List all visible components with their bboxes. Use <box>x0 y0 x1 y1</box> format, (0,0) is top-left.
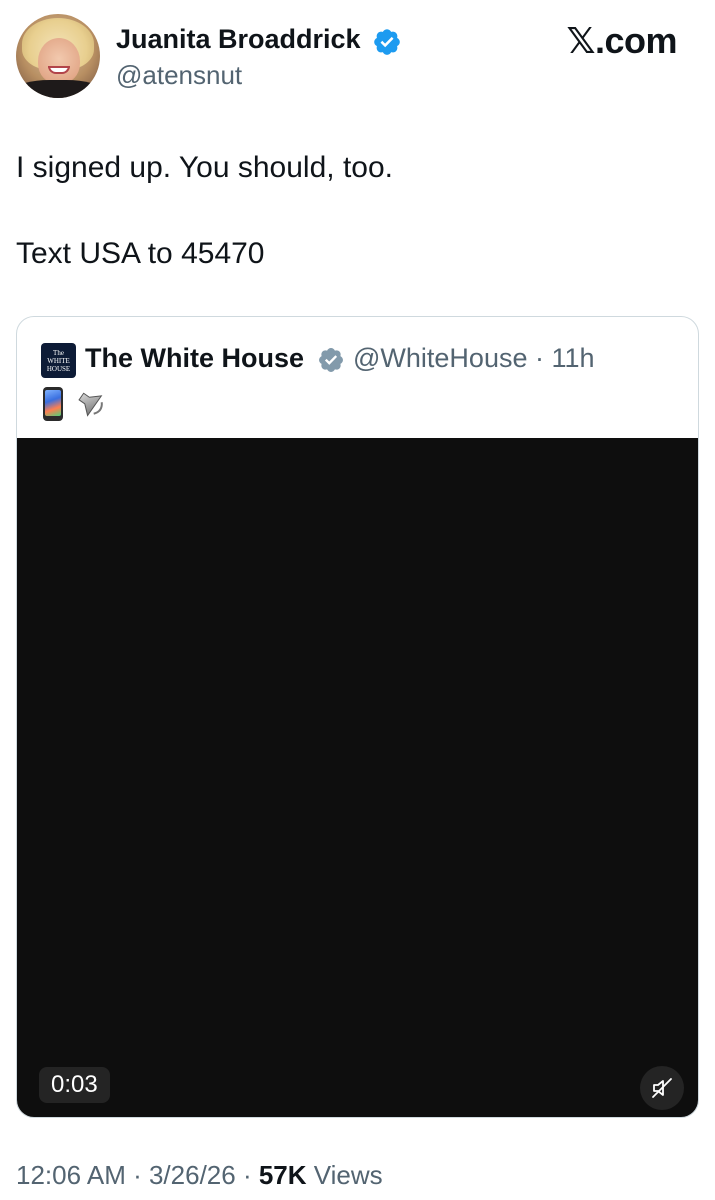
x-logo[interactable]: 𝕏.com <box>566 20 677 62</box>
quoted-handle-time[interactable]: @WhiteHouse · 11h <box>353 343 595 374</box>
video-duration-badge: 0:03 <box>39 1067 110 1103</box>
quoted-author-avatar[interactable]: The WHITE HOUSE <box>41 343 76 378</box>
tweet-page: Juanita Broaddrick @atensnut 𝕏.com I sig… <box>0 0 715 1200</box>
verified-badge-icon <box>374 29 400 55</box>
author-display-name[interactable]: Juanita Broaddrick <box>116 24 361 55</box>
avatar-text-white: WHITE <box>47 357 70 365</box>
tweet-date[interactable]: 3/26/26 <box>149 1160 236 1190</box>
author-avatar[interactable] <box>16 14 100 98</box>
avatar-text-house: HOUSE <box>46 365 71 373</box>
quoted-display-name[interactable]: The White House <box>85 343 304 374</box>
avatar-text-the: The <box>53 349 64 357</box>
gray-verified-badge-icon <box>319 348 343 372</box>
views-count[interactable]: 57K <box>259 1160 307 1190</box>
meta-separator: · <box>235 1160 259 1190</box>
quoted-tweet-text <box>43 387 109 421</box>
avatar-face <box>38 38 80 84</box>
avatar-shirt <box>16 80 100 98</box>
tweet-line-2: Text USA to 45470 <box>16 237 265 270</box>
mute-toggle-button[interactable] <box>640 1066 684 1110</box>
quoted-tweet-card[interactable]: The WHITE HOUSE The White House @WhiteHo… <box>16 316 699 1118</box>
tweet-meta: 12:06 AM · 3/26/26 · 57K Views <box>16 1160 383 1191</box>
views-label: Views <box>306 1160 383 1190</box>
tweet-text: I signed up. You should, too. Text USA t… <box>16 146 696 276</box>
tweet-time[interactable]: 12:06 AM <box>16 1160 126 1190</box>
video-player[interactable]: 0:03 <box>17 438 698 1117</box>
mobile-phone-icon <box>43 387 63 421</box>
volume-muted-icon <box>652 1078 672 1098</box>
meta-separator: · <box>125 1160 149 1190</box>
tweet-line-1: I signed up. You should, too. <box>16 151 393 184</box>
author-handle[interactable]: @atensnut <box>116 60 242 91</box>
speaker-icon <box>78 392 103 417</box>
